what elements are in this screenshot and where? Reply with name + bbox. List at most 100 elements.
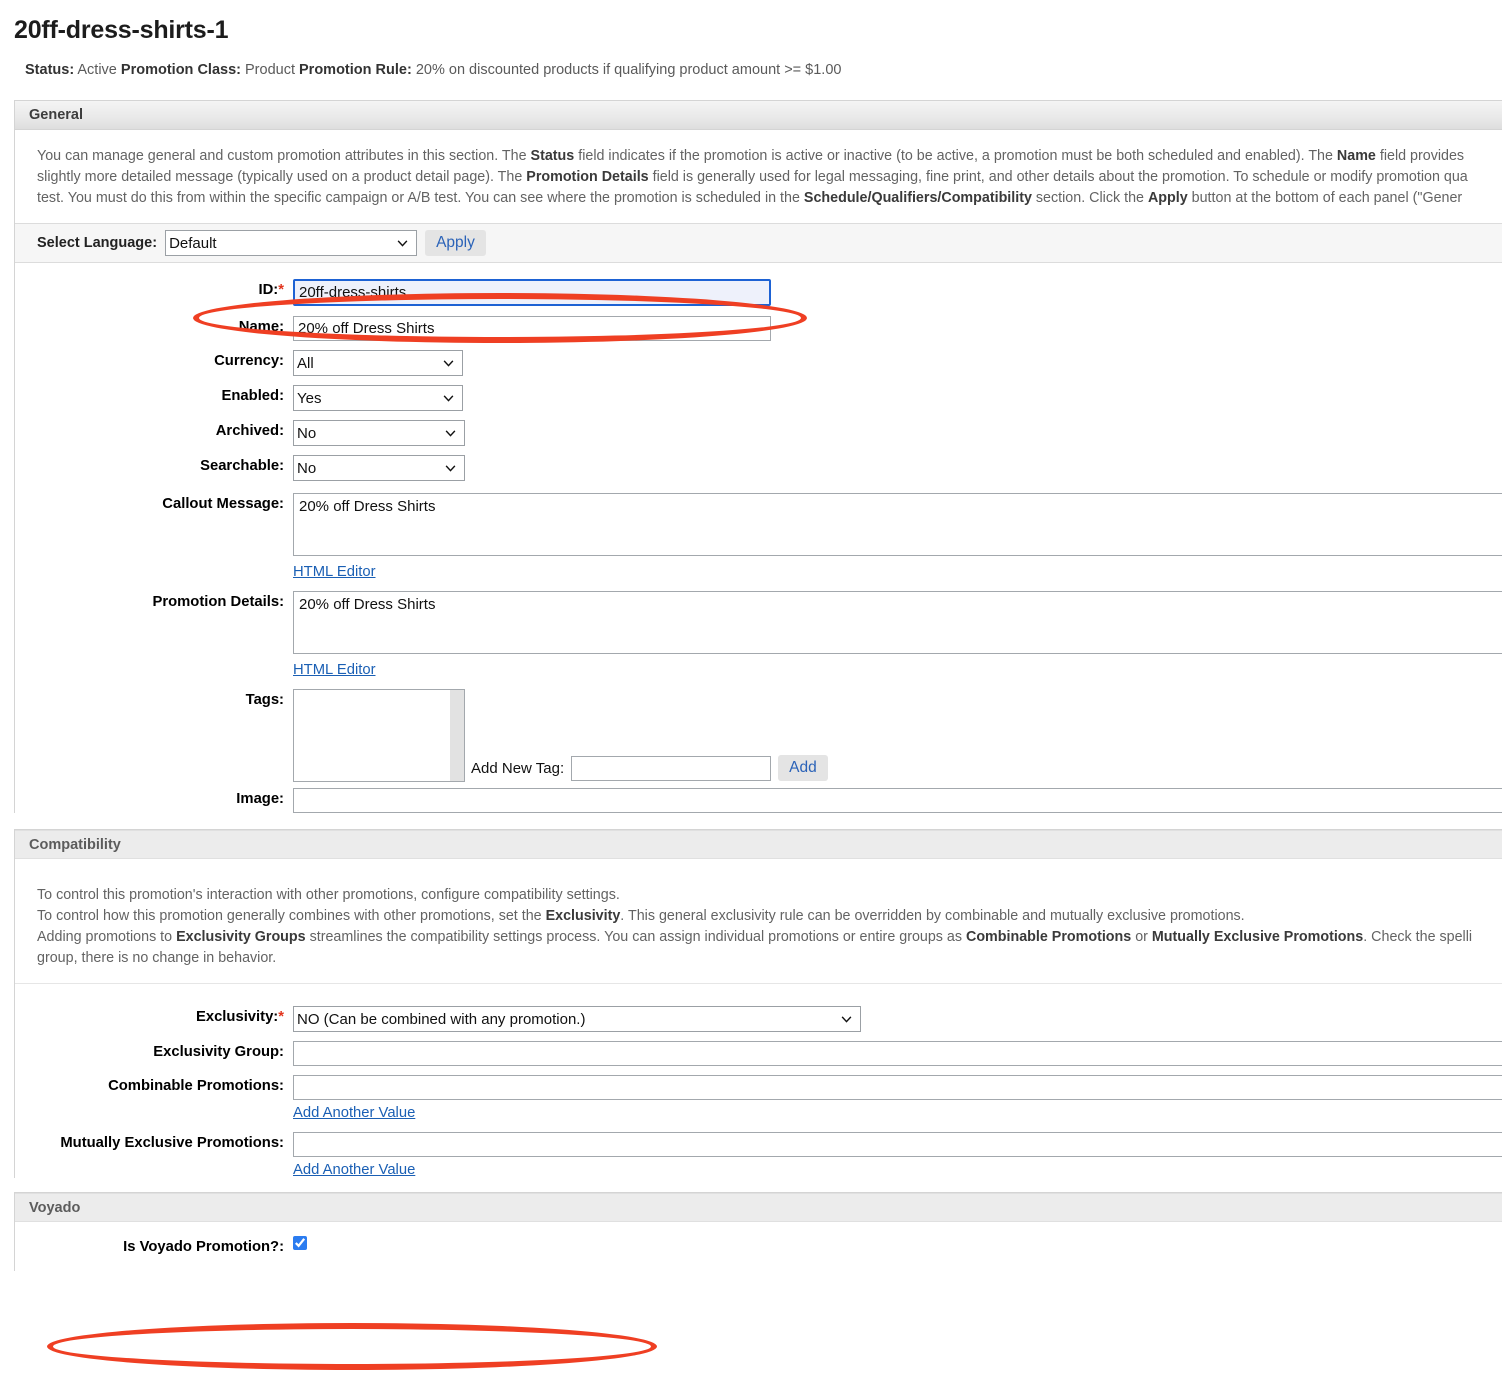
select-language-label: Select Language: (37, 235, 158, 251)
mutually-exclusive-add-another-value-link[interactable]: Add Another Value (293, 1162, 415, 1178)
field-row-exclusivity: Exclusivity:* NO (Can be combined with a… (15, 1006, 1502, 1032)
name-input[interactable] (293, 316, 771, 341)
status-summary: Status: Active Promotion Class: Product … (0, 45, 1502, 78)
field-row-image: Image: (15, 788, 1502, 813)
mutually-exclusive-promotions-input[interactable] (293, 1132, 1502, 1157)
promotion-details-label: Promotion Details: (152, 594, 284, 610)
enabled-select[interactable]: Yes (293, 385, 463, 411)
combinable-add-another-value-link[interactable]: Add Another Value (293, 1105, 415, 1121)
field-row-combinable-promotions: Combinable Promotions: (15, 1075, 1502, 1100)
name-label: Name: (238, 319, 284, 335)
exclusivity-select[interactable]: NO (Can be combined with any promotion.) (293, 1006, 861, 1032)
apply-button[interactable]: Apply (425, 230, 486, 256)
promotion-details-html-editor-link[interactable]: HTML Editor (293, 662, 376, 678)
description-line: group, there is no change in behavior. (37, 950, 277, 966)
promotion-details-field-wrap: 20% off Dress Shirts (293, 591, 1502, 658)
voyado-panel: Voyado Is Voyado Promotion?: (14, 1192, 1502, 1271)
is-voyado-promotion-checkbox[interactable] (293, 1236, 307, 1250)
currency-label: Currency: (214, 353, 284, 369)
archived-label: Archived: (215, 423, 284, 439)
general-panel-description: You can manage general and custom promot… (15, 130, 1502, 223)
mutually-exclusive-promotions-field-wrap (293, 1132, 1502, 1157)
callout-html-editor-link[interactable]: HTML Editor (293, 564, 376, 580)
field-row-enabled: Enabled: Yes (15, 385, 1502, 411)
id-label: ID:* (258, 282, 285, 298)
callout-message-field-wrap: 20% off Dress Shirts (293, 493, 1502, 560)
searchable-label: Searchable: (200, 458, 284, 474)
is-voyado-promotion-field-wrap (293, 1236, 1502, 1252)
enabled-label: Enabled: (221, 388, 284, 404)
required-marker: * (278, 282, 284, 298)
field-row-id: ID:* (15, 279, 1502, 306)
exclusivity-group-input[interactable] (293, 1041, 1502, 1066)
field-row-callout-message: Callout Message: 20% off Dress Shirts (15, 493, 1502, 560)
add-new-tag-row: Add New Tag: Add (471, 755, 828, 781)
description-line: To control this promotion's interaction … (37, 887, 620, 903)
archived-field-wrap: No (293, 420, 1502, 446)
promotion-class-value: Product (245, 62, 295, 78)
exclusivity-field-wrap: NO (Can be combined with any promotion.) (293, 1006, 1502, 1032)
image-label: Image: (236, 791, 284, 807)
tags-listbox-scrollbar[interactable] (450, 690, 464, 781)
status-label: Status: (25, 62, 75, 78)
description-line: test. You must do this from within the s… (37, 190, 1463, 206)
description-line: To control how this promotion generally … (37, 908, 1245, 924)
callout-editor-row: HTML Editor (15, 564, 1502, 580)
image-input[interactable] (293, 788, 1502, 813)
combinable-promotions-input[interactable] (293, 1075, 1502, 1100)
tags-listbox[interactable] (293, 689, 465, 782)
promotion-rule-label: Promotion Rule: (299, 62, 412, 78)
id-input[interactable] (293, 279, 771, 306)
add-new-tag-label: Add New Tag: (471, 759, 565, 777)
field-row-exclusivity-group: Exclusivity Group: (15, 1041, 1502, 1066)
tags-label: Tags: (245, 692, 284, 708)
name-field-wrap (293, 316, 1502, 341)
image-field-wrap (293, 788, 1502, 813)
general-panel: General You can manage general and custo… (14, 100, 1502, 813)
field-row-mutually-exclusive-promotions: Mutually Exclusive Promotions: (15, 1132, 1502, 1157)
add-tag-button[interactable]: Add (778, 755, 828, 781)
currency-field-wrap: All (293, 350, 1502, 376)
select-language-bar: Select Language: Default Apply (15, 223, 1502, 263)
promotion-class-label: Promotion Class: (120, 62, 241, 78)
tags-field-wrap: Add New Tag: Add (293, 689, 1502, 782)
field-row-currency: Currency: All (15, 350, 1502, 376)
compatibility-panel: Compatibility To control this promotion'… (14, 829, 1502, 1178)
callout-message-label: Callout Message: (162, 496, 284, 512)
field-row-tags: Tags: Add New Tag: Add (15, 689, 1502, 782)
description-line: Adding promotions to Exclusivity Groups … (37, 929, 1473, 945)
callout-message-textarea[interactable]: 20% off Dress Shirts (293, 493, 1502, 556)
language-select[interactable]: Default (165, 230, 418, 256)
general-panel-header: General (15, 101, 1502, 130)
archived-select[interactable]: No (293, 420, 465, 446)
id-field-wrap (293, 279, 1502, 306)
exclusivity-group-label: Exclusivity Group: (153, 1044, 284, 1060)
compatibility-panel-description: To control this promotion's interaction … (15, 859, 1502, 983)
exclusivity-group-field-wrap (293, 1041, 1502, 1066)
general-form: ID:* Name: Currency: (15, 263, 1502, 813)
enabled-field-wrap: Yes (293, 385, 1502, 411)
field-row-searchable: Searchable: No (15, 455, 1502, 481)
mutually-exclusive-promotions-label: Mutually Exclusive Promotions: (60, 1135, 284, 1151)
voyado-panel-header: Voyado (15, 1193, 1502, 1222)
field-row-archived: Archived: No (15, 420, 1502, 446)
promotion-details-textarea[interactable]: 20% off Dress Shirts (293, 591, 1502, 654)
description-line: You can manage general and custom promot… (37, 148, 1465, 164)
field-row-is-voyado-promotion: Is Voyado Promotion?: (15, 1236, 1502, 1255)
promotion-rule-value: 20% on discounted products if qualifying… (415, 62, 842, 78)
language-select-wrap: Default (165, 230, 418, 256)
description-line: slightly more detailed message (typicall… (37, 169, 1468, 185)
annotation-oval-voyado-checkbox (47, 1323, 657, 1370)
field-row-promotion-details: Promotion Details: 20% off Dress Shirts (15, 591, 1502, 658)
currency-select[interactable]: All (293, 350, 463, 376)
mutually-exclusive-add-row: Add Another Value (15, 1162, 1502, 1178)
add-new-tag-input[interactable] (571, 755, 772, 781)
details-editor-row: HTML Editor (15, 662, 1502, 678)
searchable-field-wrap: No (293, 455, 1502, 481)
combinable-promotions-field-wrap (293, 1075, 1502, 1100)
page-title: 20ff-dress-shirts-1 (14, 16, 229, 44)
searchable-select[interactable]: No (293, 455, 465, 481)
voyado-form: Is Voyado Promotion?: (15, 1222, 1502, 1271)
status-value: Active (77, 62, 117, 78)
combinable-add-row: Add Another Value (15, 1105, 1502, 1121)
